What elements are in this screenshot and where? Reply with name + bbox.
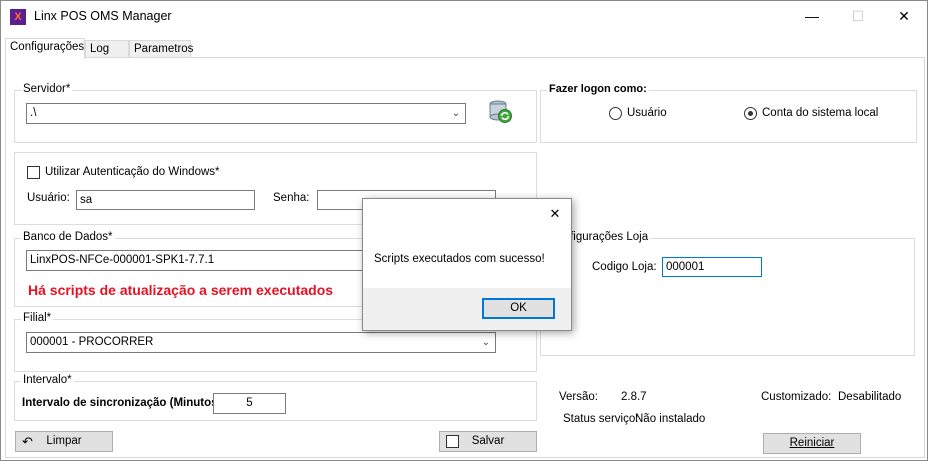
salvar-button[interactable]: Salvar (439, 431, 537, 452)
title-bar[interactable]: X Linx POS OMS Manager — ☐ ✕ (1, 1, 927, 32)
main-window: X Linx POS OMS Manager — ☐ ✕ Configuraçõ… (0, 0, 928, 461)
tab-configuracoes[interactable]: Configurações (5, 38, 85, 59)
banco-value: LinxPOS-NFCe-000001-SPK1-7.7.1 (30, 254, 215, 266)
windows-auth-checkbox[interactable] (27, 166, 40, 179)
window-title: Linx POS OMS Manager (34, 9, 172, 23)
servidor-combo[interactable]: .\ ⌄ (26, 103, 466, 124)
radio-usuario-label: Usuário (627, 107, 667, 119)
status-servico-label: Status serviço: (563, 413, 639, 425)
chevron-down-icon: ⌄ (451, 108, 461, 119)
customizado-label: Customizado: (761, 391, 832, 403)
loja-group: Configurações Loja (540, 231, 915, 356)
radio-conta-sistema-local-label: Conta do sistema local (762, 107, 879, 119)
salvar-label: Salvar (471, 435, 505, 447)
servidor-group-title: Servidor* (21, 83, 73, 95)
filial-value: 000001 - PROCORRER (30, 336, 154, 348)
maximize-button[interactable]: ☐ (835, 1, 881, 32)
versao-value: 2.8.7 (621, 391, 647, 403)
save-icon (446, 435, 459, 448)
close-button[interactable]: ✕ (881, 1, 927, 32)
database-refresh-icon[interactable] (487, 99, 513, 125)
intervalo-label: Intervalo de sincronização (Minutos) (22, 397, 222, 409)
radio-conta-sistema-local[interactable] (744, 107, 757, 120)
undo-icon: ↶ (22, 434, 33, 449)
dialog-message: Scripts executados com sucesso! (374, 253, 545, 265)
logon-group-title: Fazer logon como: (547, 83, 649, 95)
reiniciar-button[interactable]: Reiniciar (763, 433, 861, 454)
customizado-value: Desabilitado (838, 391, 902, 403)
senha-label: Senha: (273, 192, 310, 204)
dialog-close-button[interactable]: ✕ (542, 203, 568, 225)
scripts-warning: Há scripts de atualização a serem execut… (28, 282, 334, 298)
message-dialog: ✕ Scripts executados com sucesso! OK (362, 198, 572, 331)
windows-auth-label: Utilizar Autenticação do Windows* (45, 166, 220, 178)
filial-group-title: Filial* (21, 312, 54, 324)
filial-combo[interactable]: 000001 - PROCORRER ⌄ (26, 332, 496, 353)
usuario-label: Usuário: (27, 192, 70, 204)
linx-logo-icon: X (10, 9, 26, 25)
tab-log[interactable]: Log (85, 40, 129, 58)
usuario-input[interactable]: sa (76, 190, 255, 210)
dialog-footer: OK (363, 288, 571, 330)
servidor-value: .\ (30, 107, 37, 119)
tab-parametros[interactable]: Parametros (129, 40, 193, 58)
intervalo-group-title: Intervalo* (21, 374, 74, 386)
codigo-loja-label: Codigo Loja: (592, 261, 657, 273)
versao-label: Versão: (559, 391, 598, 403)
limpar-button[interactable]: ↶ Limpar (15, 431, 113, 452)
status-servico-value: Não instalado (635, 413, 706, 425)
codigo-loja-input[interactable]: 000001 (662, 257, 762, 277)
ok-button[interactable]: OK (482, 298, 555, 319)
minimize-button[interactable]: — (789, 1, 835, 32)
banco-group-title: Banco de Dados* (21, 231, 115, 243)
limpar-label: Limpar (46, 435, 82, 447)
intervalo-input[interactable]: 5 (213, 393, 286, 414)
chevron-down-icon: ⌄ (481, 337, 491, 348)
radio-usuario[interactable] (609, 107, 622, 120)
